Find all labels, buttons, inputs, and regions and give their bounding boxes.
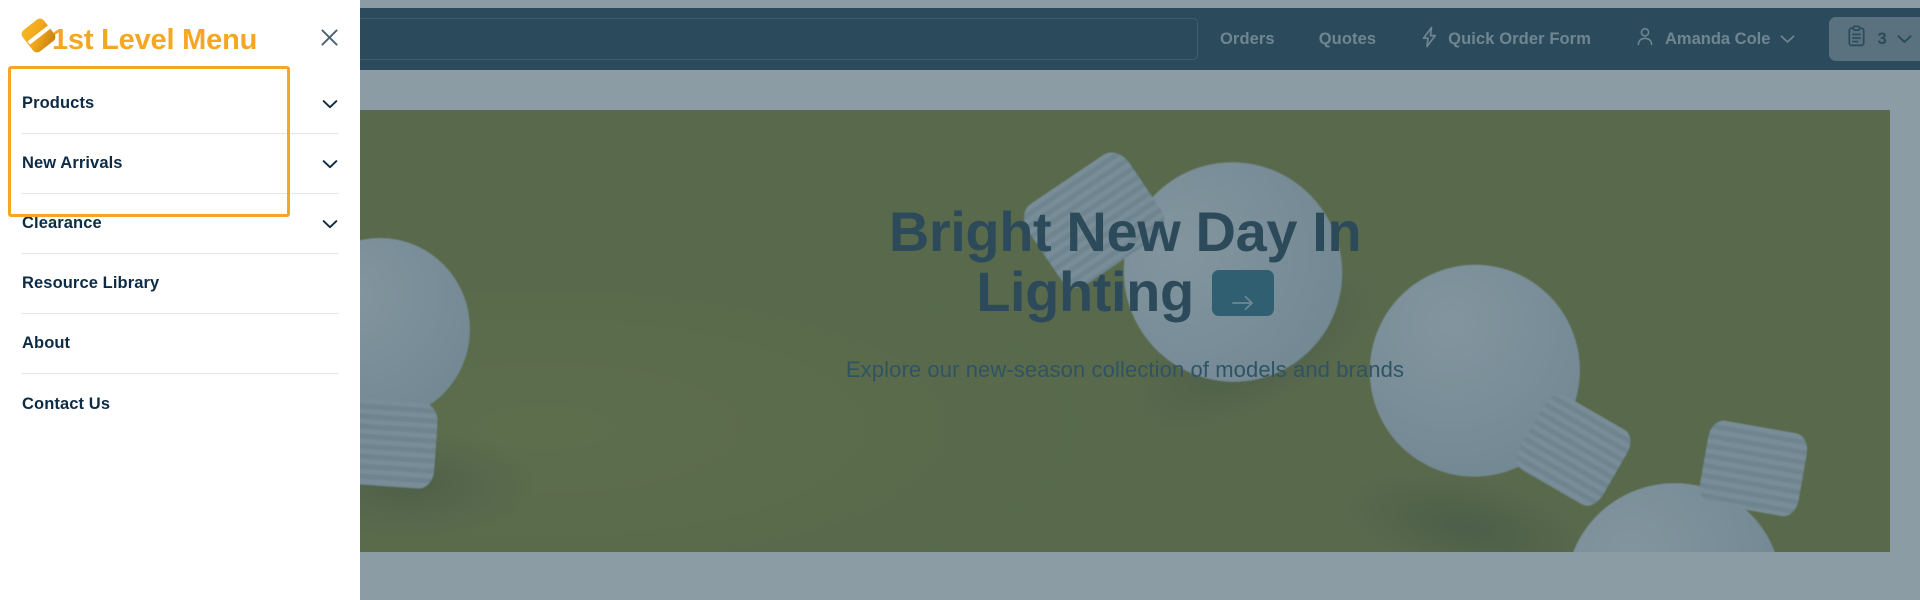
close-icon[interactable]: [316, 24, 342, 50]
drawer-title: 1st Level Menu: [52, 23, 258, 56]
menu-item-clearance-label: Clearance: [22, 214, 102, 232]
menu-item-products[interactable]: Products: [22, 74, 338, 134]
menu-item-about[interactable]: About: [22, 314, 338, 374]
menu-item-products-label: Products: [22, 94, 95, 112]
menu-item-contact-us-label: Contact Us: [22, 394, 111, 413]
chevron-down-icon[interactable]: [322, 159, 338, 169]
menu-item-new-arrivals[interactable]: New Arrivals: [22, 134, 338, 194]
menu-item-resource-library-label: Resource Library: [22, 274, 160, 292]
brand-diamond-logo[interactable]: [19, 16, 58, 55]
drawer-header: 1st Level Menu: [0, 0, 360, 74]
menu-item-clearance[interactable]: Clearance: [22, 194, 338, 254]
menu-item-about-label: About: [22, 334, 71, 352]
screen: Search products Orders Quotes Quick: [0, 0, 1920, 600]
first-level-menu-drawer: 1st Level Menu Products New Arrivals Cle…: [0, 0, 360, 600]
menu-item-contact-us[interactable]: Contact Us: [22, 374, 338, 434]
chevron-down-icon[interactable]: [322, 99, 338, 109]
menu-item-resource-library[interactable]: Resource Library: [22, 254, 338, 314]
drawer-menu-list: Products New Arrivals Clearance Resource…: [0, 74, 360, 434]
menu-item-new-arrivals-label: New Arrivals: [22, 154, 123, 172]
chevron-down-icon[interactable]: [322, 219, 338, 229]
